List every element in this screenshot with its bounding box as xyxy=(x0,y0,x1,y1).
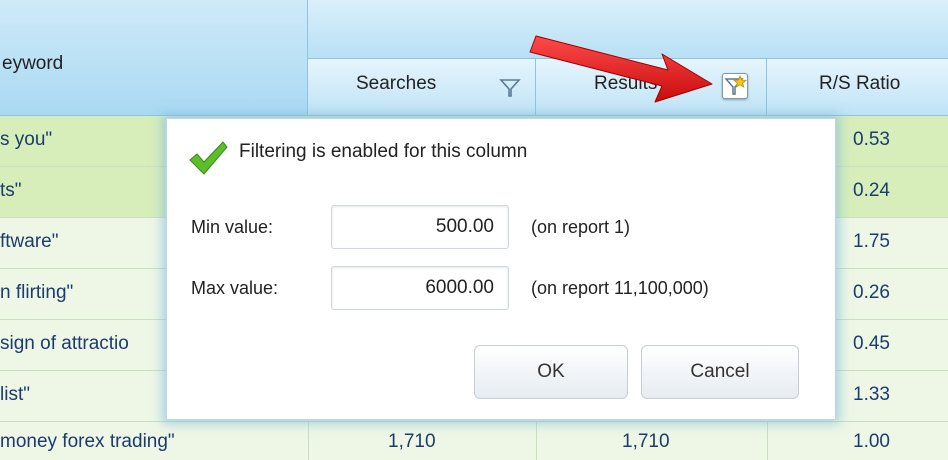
ratio-cell: 1.33 xyxy=(853,384,890,405)
ratio-cell: 0.53 xyxy=(853,129,890,150)
keyword-cell: ts" xyxy=(0,180,22,201)
ratio-cell: 1.75 xyxy=(853,231,890,252)
max-value-note: (on report 11,100,000) xyxy=(531,278,709,298)
checkmark-icon[interactable] xyxy=(187,140,229,176)
max-value-label: Max value: xyxy=(191,278,279,298)
column-divider xyxy=(536,422,537,460)
table-row[interactable]: money forex trading" 1,710 1,710 1.00 xyxy=(0,422,948,460)
ok-button[interactable]: OK xyxy=(474,345,628,399)
ratio-cell: 0.45 xyxy=(853,333,890,354)
column-divider xyxy=(308,422,309,460)
filter-icon[interactable] xyxy=(498,76,522,100)
min-value-input[interactable] xyxy=(331,205,509,249)
rs-ratio-column-header[interactable]: R/S Ratio xyxy=(767,59,948,116)
cancel-button[interactable]: Cancel xyxy=(641,345,799,399)
keyword-cell: ftware" xyxy=(0,231,59,252)
max-value-input[interactable] xyxy=(331,266,509,310)
keyword-cell: list" xyxy=(0,384,30,405)
filter-star-icon[interactable] xyxy=(722,73,748,99)
keyword-column-header[interactable]: eyword xyxy=(0,0,308,116)
min-value-note: (on report 1) xyxy=(531,217,631,237)
keyword-cell: s you" xyxy=(0,129,53,150)
filter-enabled-label: Filtering is enabled for this column xyxy=(239,141,528,162)
keyword-cell: money forex trading" xyxy=(0,431,175,452)
filter-dialog: Filtering is enabled for this column Min… xyxy=(166,118,836,420)
results-header-label: Results xyxy=(594,73,658,94)
min-value-label: Min value: xyxy=(191,217,274,237)
ratio-cell: 0.26 xyxy=(853,282,890,303)
results-cell: 1,710 xyxy=(622,431,670,452)
searches-column-header[interactable]: Searches xyxy=(308,59,536,116)
column-divider xyxy=(767,422,768,460)
results-column-header[interactable]: Results xyxy=(536,59,767,116)
ratio-cell: 0.24 xyxy=(853,180,890,201)
keyword-cell: n flirting" xyxy=(0,282,74,303)
ratio-cell: 1.00 xyxy=(853,431,890,452)
searches-cell: 1,710 xyxy=(388,431,436,452)
keyword-cell: sign of attractio xyxy=(0,333,129,354)
rs-ratio-header-label: R/S Ratio xyxy=(819,73,901,94)
searches-header-label: Searches xyxy=(356,73,437,94)
metrics-group-header xyxy=(308,0,948,59)
keyword-header-label: eyword xyxy=(2,53,64,74)
